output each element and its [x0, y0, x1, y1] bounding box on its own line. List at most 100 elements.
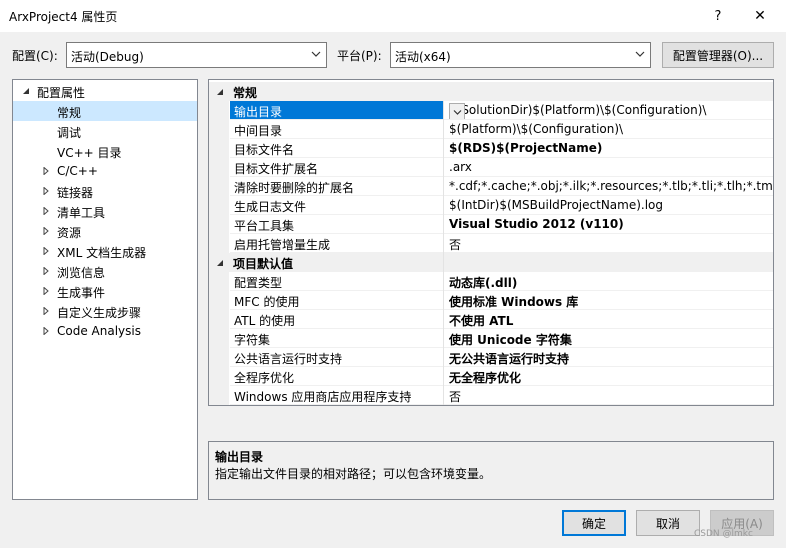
value-dropdown-button[interactable] [449, 103, 465, 119]
property-value-cell[interactable]: 使用 Unicode 字符集 [444, 329, 773, 348]
property-name-cell[interactable]: MFC 的使用 [230, 291, 443, 310]
cancel-button[interactable]: 取消 [636, 510, 700, 536]
property-name-cell[interactable]: Windows 应用商店应用程序支持 [230, 386, 443, 405]
column-divider[interactable] [443, 101, 444, 405]
property-name-cell[interactable]: 全程序优化 [230, 367, 443, 386]
expand-arrow-icon[interactable] [41, 164, 51, 178]
platform-dropdown[interactable]: 活动(x64) [390, 42, 651, 68]
property-row[interactable]: 平台工具集 Visual Studio 2012 (v110) [209, 215, 773, 234]
property-tree[interactable]: 配置属性 常规调试 VC++ 目录 C/C++ 链接器 清单工具资源 XML 文档生成器浏… [12, 79, 198, 500]
tree-root-config-properties[interactable]: 配置属性 [13, 81, 197, 101]
row-gutter [209, 329, 229, 348]
property-value: $(RDS)$(ProjectName) [449, 141, 603, 155]
expanded-triangle-icon[interactable] [21, 84, 31, 98]
tree-item[interactable]: 清单工具 [13, 201, 197, 221]
description-panel: 输出目录 指定输出文件目录的相对路径；可以包含环境变量。 [208, 441, 774, 500]
tree-item[interactable]: 调试 [13, 121, 197, 141]
property-value-cell[interactable]: 使用标准 Windows 库 [444, 291, 773, 310]
tree-item[interactable]: 资源 [13, 221, 197, 241]
property-name-cell[interactable]: 输出目录 [230, 101, 443, 120]
property-name-cell[interactable]: ATL 的使用 [230, 310, 443, 329]
property-row[interactable]: 启用托管增量生成 否 [209, 234, 773, 253]
property-name-cell[interactable]: 配置类型 [230, 272, 443, 291]
tree-item[interactable]: 链接器 [13, 181, 197, 201]
property-row[interactable]: Windows 应用商店应用程序支持 否 [209, 386, 773, 405]
help-button[interactable]: ? [700, 0, 736, 32]
expand-arrow-icon[interactable] [41, 184, 51, 198]
property-row[interactable]: 公共语言运行时支持 无公共语言运行时支持 [209, 348, 773, 367]
expand-arrow-icon[interactable] [41, 244, 51, 258]
property-name-cell[interactable]: 平台工具集 [230, 215, 443, 234]
category-header[interactable]: 项目默认值 [209, 253, 773, 272]
collapse-triangle-icon[interactable] [215, 85, 225, 98]
property-value-cell[interactable]: *.cdf;*.cache;*.obj;*.ilk;*.resources;*.… [444, 177, 773, 196]
category-header[interactable]: 常规 [209, 82, 773, 101]
property-value-cell[interactable]: 否 [444, 234, 773, 253]
property-name-cell[interactable]: 中间目录 [230, 120, 443, 139]
property-value-cell[interactable]: 无公共语言运行时支持 [444, 348, 773, 367]
property-value-cell[interactable]: $(IntDir)$(MSBuildProjectName).log [444, 196, 773, 215]
property-row[interactable]: 目标文件名 $(RDS)$(ProjectName) [209, 139, 773, 158]
tree-item[interactable]: VC++ 目录 [13, 141, 197, 161]
property-row[interactable]: MFC 的使用 使用标准 Windows 库 [209, 291, 773, 310]
tree-item-label: 常规 [57, 106, 82, 120]
row-gutter [209, 196, 229, 215]
property-name-cell[interactable]: 清除时要删除的扩展名 [230, 177, 443, 196]
property-row[interactable]: 全程序优化 无全程序优化 [209, 367, 773, 386]
property-value-cell[interactable]: $(SolutionDir)$(Platform)\$(Configuratio… [444, 101, 773, 120]
property-name-cell[interactable]: 字符集 [230, 329, 443, 348]
tree-item-label: 浏览信息 [57, 266, 106, 280]
expand-arrow-icon[interactable] [41, 304, 51, 318]
expand-arrow-icon[interactable] [41, 324, 51, 338]
tree-item[interactable]: XML 文档生成器 [13, 241, 197, 261]
ok-button[interactable]: 确定 [562, 510, 626, 536]
property-name: 平台工具集 [234, 219, 295, 233]
expand-arrow-icon[interactable] [41, 284, 51, 298]
category-name: 常规 [233, 86, 258, 100]
property-row[interactable]: 清除时要删除的扩展名 *.cdf;*.cache;*.obj;*.ilk;*.re… [209, 177, 773, 196]
config-dropdown[interactable]: 活动(Debug) [66, 42, 327, 68]
property-row[interactable]: 生成日志文件 $(IntDir)$(MSBuildProjectName).log [209, 196, 773, 215]
tree-item[interactable]: 自定义生成步骤 [13, 301, 197, 321]
close-button[interactable]: ✕ [742, 0, 778, 32]
tree-item-label: 调试 [57, 126, 82, 140]
expand-arrow-icon[interactable] [41, 204, 51, 218]
property-row[interactable]: 输出目录 $(SolutionDir)$(Platform)\$(Configur… [209, 101, 773, 120]
tree-item[interactable]: 浏览信息 [13, 261, 197, 281]
property-value: 使用标准 Windows 库 [449, 295, 579, 309]
property-name-cell[interactable]: 目标文件名 [230, 139, 443, 158]
property-grid[interactable]: 常规 输出目录 $(SolutionDir)$(Platform)\$(Config… [208, 79, 774, 406]
expand-arrow-icon[interactable] [41, 224, 51, 238]
property-row[interactable]: 字符集 使用 Unicode 字符集 [209, 329, 773, 348]
property-value-cell[interactable]: Visual Studio 2012 (v110) [444, 215, 773, 234]
tree-item[interactable]: 生成事件 [13, 281, 197, 301]
property-value-cell[interactable]: 动态库(.dll) [444, 272, 773, 291]
property-value-cell[interactable]: $(RDS)$(ProjectName) [444, 139, 773, 158]
tree-item[interactable]: C/C++ [13, 161, 197, 181]
property-name-cell[interactable]: 公共语言运行时支持 [230, 348, 443, 367]
property-name-cell[interactable]: 生成日志文件 [230, 196, 443, 215]
property-row[interactable]: 目标文件扩展名 .arx [209, 158, 773, 177]
property-name: Windows 应用商店应用程序支持 [234, 390, 412, 404]
tree-item[interactable]: Code Analysis [13, 321, 197, 341]
config-manager-button[interactable]: 配置管理器(O)... [662, 42, 774, 68]
tree-item-label: 生成事件 [57, 286, 106, 300]
collapse-triangle-icon[interactable] [215, 256, 225, 269]
property-value-cell[interactable]: .arx [444, 158, 773, 177]
tree-item[interactable]: 常规 [13, 101, 197, 121]
property-value-cell[interactable]: 无全程序优化 [444, 367, 773, 386]
property-value-cell[interactable]: 不使用 ATL [444, 310, 773, 329]
property-name-cell[interactable]: 启用托管增量生成 [230, 234, 443, 253]
property-name-cell[interactable]: 目标文件扩展名 [230, 158, 443, 177]
property-row[interactable]: 中间目录 $(Platform)\$(Configuration)\ [209, 120, 773, 139]
expand-arrow-icon[interactable] [41, 264, 51, 278]
property-row[interactable]: ATL 的使用 不使用 ATL [209, 310, 773, 329]
chevron-down-icon [310, 47, 322, 61]
property-row[interactable]: 配置类型 动态库(.dll) [209, 272, 773, 291]
property-value-cell[interactable]: $(Platform)\$(Configuration)\ [444, 120, 773, 139]
tree-item-label: 资源 [57, 226, 82, 240]
config-label: 配置(C): [12, 49, 58, 63]
property-value-cell[interactable]: 否 [444, 386, 773, 405]
description-text: 指定输出文件目录的相对路径；可以包含环境变量。 [215, 467, 492, 481]
category-name: 项目默认值 [233, 257, 294, 271]
